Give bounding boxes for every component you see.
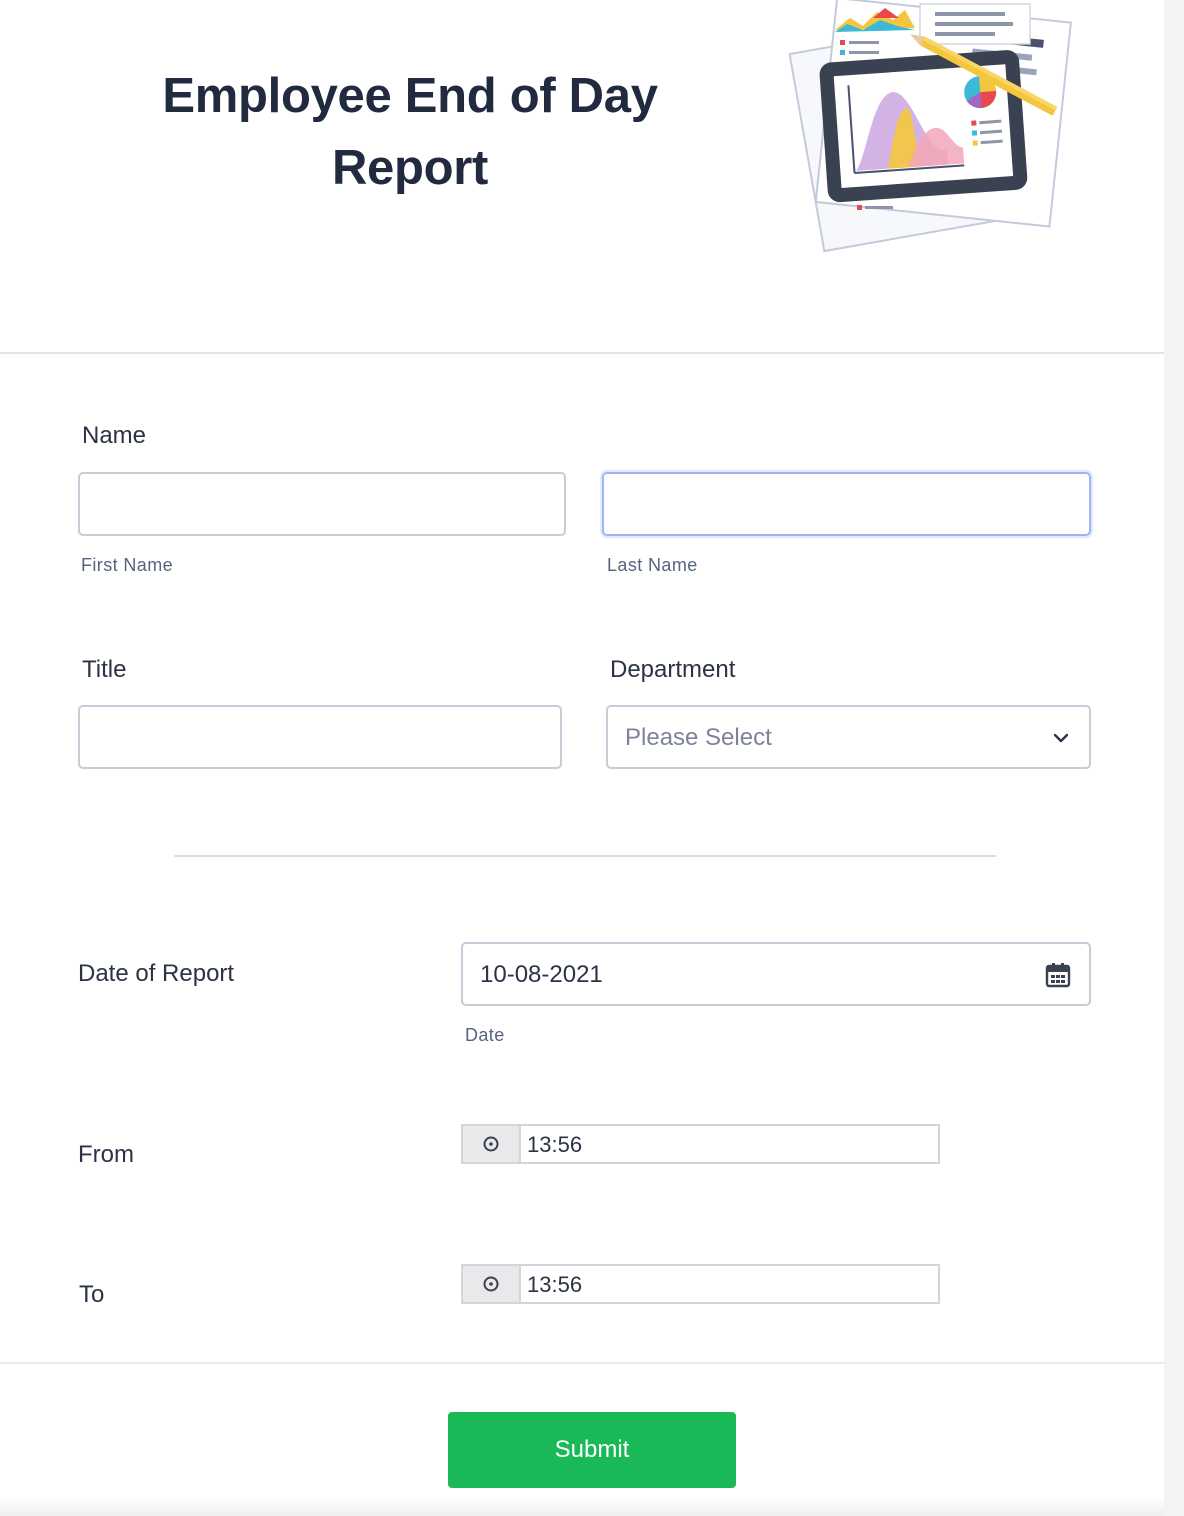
department-label: Department — [610, 656, 736, 683]
date-sublabel: Date — [465, 1025, 505, 1045]
title-input[interactable] — [78, 705, 562, 769]
clock-icon — [483, 1136, 499, 1152]
calendar-icon[interactable] — [1045, 962, 1071, 988]
header-divider — [0, 352, 1164, 354]
to-label: To — [79, 1281, 105, 1308]
last-name-sublabel: Last Name — [607, 555, 698, 575]
from-clock-button[interactable] — [463, 1126, 521, 1162]
department-select[interactable]: Please Select — [606, 705, 1091, 769]
footer-shade — [0, 1496, 1164, 1516]
date-of-report-input[interactable]: 10-08-2021 — [461, 942, 1091, 1006]
to-clock-button[interactable] — [463, 1266, 521, 1302]
report-illustration — [788, 0, 1072, 253]
from-time-input[interactable]: 13:56 — [461, 1124, 940, 1164]
section-divider — [174, 855, 996, 857]
last-name-input[interactable] — [602, 472, 1091, 536]
from-time-value: 13:56 — [527, 1132, 583, 1157]
form-title: Employee End of Day Report — [162, 69, 658, 195]
to-time-value: 13:56 — [527, 1272, 583, 1297]
clock-icon — [483, 1276, 499, 1292]
page-gutter — [1164, 0, 1184, 1516]
from-label: From — [78, 1141, 134, 1168]
to-time-input[interactable]: 13:56 — [461, 1264, 940, 1304]
date-value: 10-08-2021 — [480, 961, 603, 988]
submit-button[interactable]: Submit — [448, 1412, 736, 1488]
title-label: Title — [82, 656, 127, 683]
first-name-sublabel: First Name — [81, 555, 174, 575]
name-label: Name — [82, 422, 147, 449]
chevron-down-icon — [1053, 733, 1069, 743]
footer-divider — [0, 1362, 1164, 1364]
department-selected-value: Please Select — [625, 724, 772, 751]
first-name-input[interactable] — [78, 472, 566, 536]
date-of-report-label: Date of Report — [78, 960, 235, 987]
